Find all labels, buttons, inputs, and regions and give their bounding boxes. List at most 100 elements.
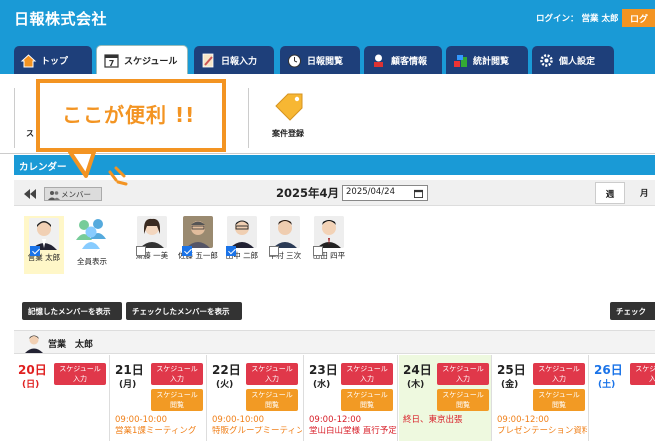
day-number: 21日 (115, 363, 144, 377)
view-week-button[interactable]: 週 (595, 182, 625, 204)
company-logo[interactable]: 日報株式会社 (14, 8, 107, 29)
day-number: 24日 (403, 363, 432, 377)
avatar (25, 335, 43, 353)
schedule-user-row: 営業 太郎 (14, 330, 655, 354)
view-month-button[interactable]: 月 (631, 182, 655, 204)
day-weekday: (日) (22, 380, 40, 390)
event-time[interactable]: 09:00-10:00 (115, 415, 167, 426)
toolbar-divider (14, 88, 15, 148)
tab-label: 顧客情報 (391, 56, 428, 67)
day-column-26: 26日 (土) スケジュール入力 (590, 355, 655, 441)
day-number: 26日 (594, 363, 623, 377)
member-checkbox[interactable] (226, 246, 236, 256)
gear-icon (540, 53, 553, 67)
tab-top[interactable]: トップ (14, 46, 92, 74)
schedule-input-button[interactable]: スケジュール入力 (437, 363, 489, 385)
schedule-view-button[interactable]: スケジュール 閲覧 (437, 389, 489, 411)
event-title[interactable]: 特販グループミーティング (212, 426, 302, 437)
avatar (270, 216, 300, 248)
day-weekday: (水) (313, 380, 331, 390)
member-checkbox[interactable] (30, 246, 40, 256)
schedule-view-button[interactable]: スケジュール 閲覧 (341, 389, 393, 411)
member-checkbox[interactable] (269, 246, 279, 256)
week-schedule: 20日 (日) スケジュール 入力 21日 (月) スケジュール 入力 スケジュール… (14, 355, 655, 441)
tab-daily-input[interactable]: 日報入力 (194, 46, 274, 74)
check-button[interactable]: チェック (610, 302, 655, 320)
avatar (227, 216, 257, 248)
logout-button[interactable]: ログ (622, 9, 655, 27)
toolbar-partial-label: ス (26, 129, 34, 138)
member-checkbox[interactable] (182, 246, 192, 256)
member-checkbox[interactable] (136, 246, 146, 256)
day-weekday: (木) (407, 380, 425, 390)
member-item-eigyo-taro[interactable]: 営業 太郎 (24, 216, 64, 274)
callout-text: ここが便利 !! (62, 103, 196, 127)
avatar (183, 216, 213, 248)
event-title[interactable]: 営業1課ミーティング (115, 426, 205, 437)
calendar-icon: 7 (104, 54, 119, 68)
schedule-view-button[interactable]: スケジュール 閲覧 (151, 389, 203, 411)
tab-daily-view[interactable]: 日報閲覧 (280, 46, 360, 74)
day-number: 25日 (497, 363, 526, 377)
toolbar-divider (248, 88, 249, 148)
show-checked-members-button[interactable]: チェックしたメンバーを表示 (126, 302, 242, 320)
date-value: 2025/04/24 (346, 187, 395, 197)
date-picker-input[interactable]: 2025/04/24 (342, 185, 428, 201)
event-time[interactable]: 09:00-12:00 (497, 415, 549, 426)
show-saved-members-button[interactable]: 記憶したメンバーを表示 (22, 302, 122, 320)
tab-label: トップ (41, 56, 69, 67)
tab-label: 日報入力 (221, 56, 258, 67)
case-register-button[interactable]: 案件登録 (262, 90, 318, 140)
tab-label: スケジュール (124, 57, 178, 67)
schedule-input-button[interactable]: スケジュール入力 (246, 363, 298, 385)
prev-arrow-icon[interactable] (24, 189, 36, 199)
tab-label: 日報閲覧 (307, 56, 344, 67)
all-members-icon (76, 219, 106, 249)
member-item-nakamura[interactable]: 中村 三次 (264, 216, 306, 278)
callout-pointer (68, 150, 128, 186)
schedule-input-button[interactable]: スケジュール入力 (341, 363, 393, 385)
event-time[interactable]: 09:00-10:00 (212, 415, 264, 426)
schedule-input-button[interactable]: スケジュール入力 (533, 363, 585, 385)
tab-label: 統計閲覧 (473, 56, 510, 67)
tab-schedule[interactable]: 7 スケジュール (96, 45, 188, 75)
tab-personal-settings[interactable]: 個人設定 (532, 46, 614, 74)
day-column-21: 21日 (月) スケジュール 入力 スケジュール 閲覧 09:00-10:00 営業… (111, 355, 207, 441)
calendar-picker-icon[interactable] (414, 189, 423, 198)
member-item-tanaka[interactable]: 田中 二郎 (222, 216, 262, 278)
member-item-saito[interactable]: 斎藤 一美 (132, 216, 172, 278)
tab-statistics[interactable]: 統計閲覧 (446, 46, 528, 74)
member-button[interactable]: メンバー (44, 187, 102, 201)
calendar-title: カレンダー (19, 162, 67, 173)
event-title[interactable]: 堂山白山堂様 直行予定 (309, 426, 397, 437)
home-icon (20, 53, 37, 67)
login-label: ログイン： (536, 14, 579, 24)
event-title[interactable]: プレゼンテーション資料 (497, 426, 587, 437)
day-column-20: 20日 (日) スケジュール 入力 (14, 355, 110, 441)
event-time[interactable]: 09:00-12:00 (309, 415, 361, 426)
day-number: 20日 (18, 363, 47, 377)
schedule-input-button[interactable]: スケジュール入力 (54, 363, 106, 385)
member-item-all[interactable]: 全員表示 (70, 216, 114, 272)
member-checkbox[interactable] (313, 246, 323, 256)
day-column-24-today: 24日 (木) スケジュール 入力 スケジュール 閲覧 終日、東京出張 (399, 355, 492, 441)
avatar (314, 216, 344, 248)
login-info: ログイン： 営業 太郎 (536, 12, 618, 24)
member-button-label: メンバー (61, 190, 91, 199)
tag-icon (275, 93, 303, 121)
day-number: 22日 (212, 363, 241, 377)
member-item-yamada[interactable]: 山田 四平 (308, 216, 350, 278)
schedule-view-button[interactable]: スケジュール 閲覧 (246, 389, 298, 411)
tab-customer[interactable]: 顧客情報 (364, 46, 442, 74)
login-user: 営業 太郎 (581, 14, 619, 24)
schedule-view-button[interactable]: スケジュール 閲覧 (533, 389, 585, 411)
schedule-user-name: 営業 太郎 (48, 340, 94, 350)
member-item-sato[interactable]: 佐藤 五一郎 (176, 216, 220, 290)
schedule-input-button[interactable]: スケジュール入力 (151, 363, 203, 385)
case-register-label: 案件登録 (272, 129, 304, 138)
clock-icon (288, 54, 301, 67)
schedule-input-button[interactable]: スケジュール入力 (630, 363, 655, 385)
day-weekday: (火) (216, 380, 234, 390)
tab-label: 個人設定 (559, 56, 596, 67)
event-title[interactable]: 終日、東京出張 (403, 415, 463, 426)
